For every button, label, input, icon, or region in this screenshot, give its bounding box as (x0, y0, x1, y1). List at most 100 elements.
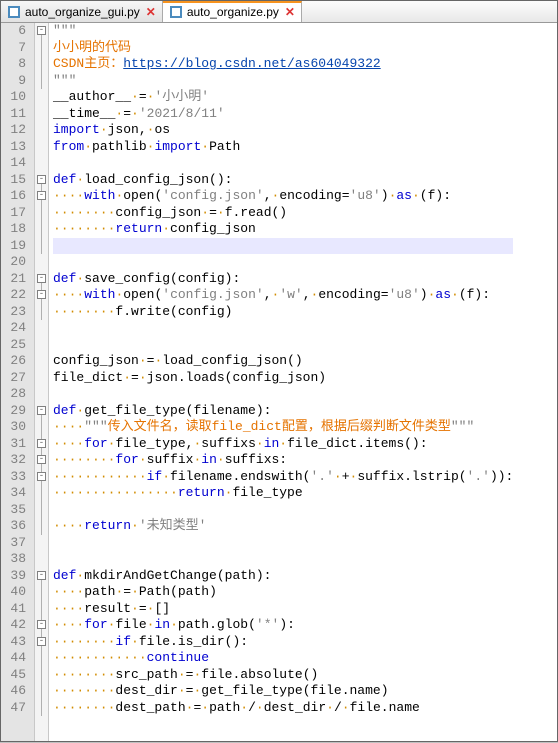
line-number: 45 (5, 667, 26, 684)
line-number: 18 (5, 221, 26, 238)
code-line[interactable]: def·mkdirAndGetChange(path): (53, 568, 513, 585)
code-line[interactable]: ········dest_path·=·path·/·dest_dir·/·fi… (53, 700, 513, 717)
code-line[interactable]: ····for·file_type,·suffixs·in·file_dict.… (53, 436, 513, 453)
fold-toggle-icon[interactable]: - (37, 620, 46, 629)
line-number: 26 (5, 353, 26, 370)
line-number: 47 (5, 700, 26, 717)
code-line[interactable]: file_dict·=·json.loads(config_json) (53, 370, 513, 387)
tab-label: auto_organize.py (187, 5, 279, 19)
fold-toggle-icon[interactable]: - (37, 439, 46, 448)
code-line[interactable]: ····"""传入文件名，读取file_dict配置，根据后缀判断文件类型""" (53, 419, 513, 436)
code-line[interactable] (53, 551, 513, 568)
line-number: 11 (5, 106, 26, 123)
code-line[interactable]: ····with·open('config.json',·encoding='u… (53, 188, 513, 205)
line-number: 15 (5, 172, 26, 189)
code-line[interactable]: ····result·=·[] (53, 601, 513, 618)
fold-toggle-icon[interactable]: - (37, 274, 46, 283)
code-line[interactable]: 小小明的代码 (53, 40, 513, 57)
fold-toggle-icon[interactable]: - (37, 637, 46, 646)
code-line[interactable]: ············if·filename.endswith('.'·+·s… (53, 469, 513, 486)
fold-toggle-icon[interactable]: - (37, 406, 46, 415)
code-line[interactable]: import·json,·os (53, 122, 513, 139)
code-line[interactable] (53, 155, 513, 172)
code-line[interactable]: """ (53, 73, 513, 90)
fold-guide (41, 646, 42, 667)
fold-toggle-icon[interactable]: - (37, 290, 46, 299)
code-line[interactable] (53, 254, 513, 271)
code-line[interactable]: __author__·=·'小小明' (53, 89, 513, 106)
code-area[interactable]: """小小明的代码CSDN主页：https://blog.csdn.net/as… (49, 23, 513, 741)
fold-toggle-icon[interactable]: - (37, 26, 46, 35)
line-number: 29 (5, 403, 26, 420)
line-number: 46 (5, 683, 26, 700)
line-number: 37 (5, 535, 26, 552)
code-line[interactable]: def·get_file_type(filename): (53, 403, 513, 420)
line-number: 14 (5, 155, 26, 172)
code-line[interactable]: def·save_config(config): (53, 271, 513, 288)
code-line[interactable]: def·load_config_json(): (53, 172, 513, 189)
line-number: 9 (5, 73, 26, 90)
code-line[interactable]: __time__·=·'2021/8/11' (53, 106, 513, 123)
code-line[interactable]: ················return·file_type (53, 485, 513, 502)
line-number: 25 (5, 337, 26, 354)
code-line[interactable]: ····for·file·in·path.glob('*'): (53, 617, 513, 634)
line-number: 28 (5, 386, 26, 403)
line-number: 17 (5, 205, 26, 222)
line-number: 39 (5, 568, 26, 585)
line-number: 23 (5, 304, 26, 321)
fold-guide (41, 200, 42, 238)
line-number: 34 (5, 485, 26, 502)
code-line[interactable]: ········dest_dir·=·get_file_type(file.na… (53, 683, 513, 700)
close-icon[interactable]: ✕ (146, 5, 156, 19)
code-line[interactable] (53, 238, 513, 255)
code-line[interactable]: ········if·file.is_dir(): (53, 634, 513, 651)
fold-toggle-icon[interactable]: - (37, 472, 46, 481)
tab-auto-organize-gui[interactable]: auto_organize_gui.py ✕ (1, 1, 163, 22)
code-line[interactable]: ········for·suffix·in·suffixs: (53, 452, 513, 469)
code-line[interactable]: """ (53, 23, 513, 40)
line-number: 43 (5, 634, 26, 651)
line-number: 44 (5, 650, 26, 667)
fold-guide (41, 481, 42, 502)
fold-toggle-icon[interactable]: - (37, 455, 46, 464)
code-line[interactable]: ····path·=·Path(path) (53, 584, 513, 601)
line-number: 21 (5, 271, 26, 288)
code-line[interactable]: ········f.write(config) (53, 304, 513, 321)
code-line[interactable] (53, 386, 513, 403)
line-number: 13 (5, 139, 26, 156)
fold-toggle-icon[interactable]: - (37, 571, 46, 580)
python-file-icon (169, 5, 183, 19)
line-number: 10 (5, 89, 26, 106)
code-line[interactable]: CSDN主页：https://blog.csdn.net/as604049322 (53, 56, 513, 73)
editor-body: 6789101112131415161718192021222324252627… (1, 23, 557, 741)
line-number: 32 (5, 452, 26, 469)
tab-label: auto_organize_gui.py (25, 5, 140, 19)
line-number: 24 (5, 320, 26, 337)
code-line[interactable] (53, 320, 513, 337)
tab-auto-organize[interactable]: auto_organize.py ✕ (163, 1, 302, 22)
line-number: 6 (5, 23, 26, 40)
fold-gutter[interactable]: - - - - - - - - - - - - (35, 23, 49, 741)
fold-toggle-icon[interactable]: - (37, 191, 46, 200)
fold-toggle-icon[interactable]: - (37, 175, 46, 184)
code-line[interactable]: ············continue (53, 650, 513, 667)
close-icon[interactable]: ✕ (285, 5, 295, 19)
code-line[interactable]: ····with·open('config.json',·'w',·encodi… (53, 287, 513, 304)
code-line[interactable]: config_json·=·load_config_json() (53, 353, 513, 370)
code-line[interactable] (53, 337, 513, 354)
code-line[interactable] (53, 502, 513, 519)
code-line[interactable]: ····return·'未知类型' (53, 518, 513, 535)
line-number: 40 (5, 584, 26, 601)
line-number: 19 (5, 238, 26, 255)
line-number: 38 (5, 551, 26, 568)
code-line[interactable]: ········return·config_json (53, 221, 513, 238)
line-number: 12 (5, 122, 26, 139)
line-number: 27 (5, 370, 26, 387)
code-line[interactable]: ········config_json·=·f.read() (53, 205, 513, 222)
line-number: 41 (5, 601, 26, 618)
line-number-gutter[interactable]: 6789101112131415161718192021222324252627… (1, 23, 35, 741)
code-line[interactable]: ········src_path·=·file.absolute() (53, 667, 513, 684)
code-line[interactable] (53, 535, 513, 552)
code-line[interactable]: from·pathlib·import·Path (53, 139, 513, 156)
line-number: 20 (5, 254, 26, 271)
